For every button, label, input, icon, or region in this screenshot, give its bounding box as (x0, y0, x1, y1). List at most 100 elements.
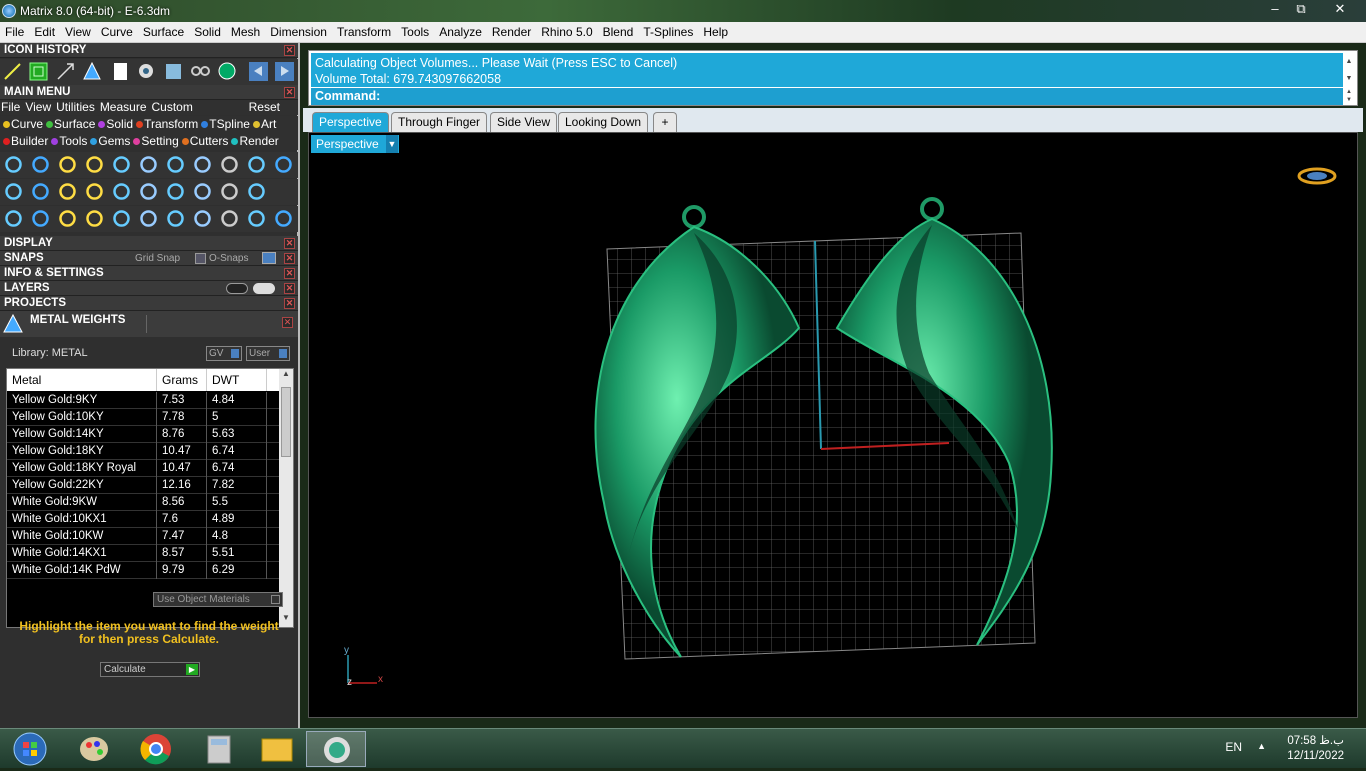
sweep-tool-icon[interactable] (138, 208, 159, 229)
layer-toggle-icon[interactable] (226, 283, 248, 294)
add-tab-icon[interactable]: + (653, 112, 677, 132)
snaps-header[interactable]: SNAPS Grid Snap O-Snaps ✕ (0, 251, 298, 266)
flow-tool-icon[interactable] (84, 208, 105, 229)
curve-arc-tool-icon[interactable] (30, 208, 51, 229)
category-surface[interactable]: Surface (54, 117, 95, 131)
close-icon[interactable]: ✕ (282, 317, 293, 328)
gem-remove-tool-icon[interactable] (84, 154, 105, 175)
menu-transform[interactable]: Transform (332, 22, 396, 43)
col-grams[interactable]: Grams (157, 369, 207, 391)
calculator-app-icon[interactable] (186, 731, 242, 767)
projects-header[interactable]: PROJECTS ✕ (0, 296, 298, 311)
eye-icon[interactable] (253, 283, 275, 294)
close-icon[interactable]: ✕ (284, 87, 295, 98)
status-scrollbar[interactable]: ▲ ▼ (1343, 53, 1355, 87)
category-transform[interactable]: Transform (144, 117, 198, 131)
clock[interactable]: 07:58 ب.ظ 12/11/2022 (1287, 734, 1344, 764)
submenu-file[interactable]: File (1, 100, 20, 114)
menu-file[interactable]: File (0, 22, 29, 43)
menu-curve[interactable]: Curve (96, 22, 138, 43)
ring-rail-tool-icon[interactable] (165, 154, 186, 175)
icon-history-header[interactable]: ICON HISTORY ✕ (0, 43, 298, 58)
menu-surface[interactable]: Surface (138, 22, 189, 43)
close-icon[interactable]: ✕ (284, 283, 295, 294)
start-button[interactable] (0, 731, 56, 767)
close-icon[interactable]: ✕ (284, 238, 295, 249)
close-icon[interactable]: ✕ (284, 253, 295, 264)
cone-icon[interactable] (82, 61, 103, 82)
category-tspline[interactable]: TSpline (209, 117, 250, 131)
pave-tool-icon[interactable] (111, 154, 132, 175)
command-line[interactable]: Command: (311, 88, 1343, 105)
info-settings-header[interactable]: INFO & SETTINGS ✕ (0, 266, 298, 281)
language-indicator[interactable]: EN (1225, 740, 1242, 754)
category-render[interactable]: Render (239, 134, 278, 148)
o-snaps-toggle[interactable]: O-Snaps (209, 251, 248, 266)
pattern-tool-icon[interactable] (219, 181, 240, 202)
grid-snap-checkbox[interactable] (195, 253, 206, 264)
surface-tool-icon[interactable] (3, 181, 24, 202)
gem-cluster-tool-icon[interactable] (138, 154, 159, 175)
diamond-tool-icon[interactable] (30, 181, 51, 202)
chrome-app-icon[interactable] (124, 731, 180, 767)
scale-icon[interactable] (55, 61, 76, 82)
command-scrollbar[interactable]: ▲ ▼ (1343, 88, 1355, 105)
close-icon[interactable]: ✕ (284, 268, 295, 279)
use-object-materials-toggle[interactable]: Use Object Materials (153, 592, 283, 607)
menu-dimension[interactable]: Dimension (265, 22, 332, 43)
category-art[interactable]: Art (261, 117, 276, 131)
category-gems[interactable]: Gems (98, 134, 130, 148)
submenu-view[interactable]: View (25, 100, 51, 114)
option-toggle-icon[interactable] (273, 154, 294, 175)
main-menu-header[interactable]: MAIN MENU ✕ (0, 85, 298, 100)
chain-tool-icon[interactable] (246, 181, 267, 202)
minimize-button[interactable]: ‒ (1262, 0, 1288, 18)
menu-blend[interactable]: Blend (598, 22, 639, 43)
gem-cut-tool-icon[interactable] (165, 181, 186, 202)
menu-view[interactable]: View (60, 22, 96, 43)
curve-tool-icon[interactable] (30, 154, 51, 175)
layer-tool-icon[interactable] (57, 181, 78, 202)
split-tool-icon[interactable] (165, 208, 186, 229)
folder-app-icon[interactable] (246, 731, 302, 767)
close-icon[interactable]: ✕ (284, 45, 295, 56)
scroll-up-icon[interactable]: ▲ (281, 369, 291, 383)
layers-header[interactable]: LAYERS ✕ (0, 281, 298, 296)
maximize-button[interactable]: ⧉ (1288, 0, 1314, 18)
table-row[interactable]: White Gold:14K PdW 9.79 6.29 (7, 562, 279, 579)
menu-solid[interactable]: Solid (189, 22, 226, 43)
menu-analyze[interactable]: Analyze (434, 22, 487, 43)
category-cutters[interactable]: Cutters (190, 134, 229, 148)
grid-icon[interactable] (28, 61, 49, 82)
display-header[interactable]: DISPLAY ✕ (0, 236, 298, 251)
frame-tool-icon[interactable] (192, 208, 213, 229)
col-dwt[interactable]: DWT (207, 369, 267, 391)
arrow-left-icon[interactable] (248, 61, 269, 82)
viewport[interactable]: Perspective ▼ y x z (308, 132, 1358, 718)
table-row[interactable]: White Gold:9KW 8.56 5.5 (7, 494, 279, 511)
table-scrollbar[interactable]: ▲ ▼ (279, 369, 293, 627)
table-row[interactable]: Yellow Gold:14KY 8.76 5.63 (7, 426, 279, 443)
category-setting[interactable]: Setting (141, 134, 178, 148)
paint-app-icon[interactable] (64, 731, 120, 767)
menu-rhino[interactable]: Rhino 5.0 (536, 22, 597, 43)
close-icon[interactable]: ✕ (284, 298, 295, 309)
menu-edit[interactable]: Edit (29, 22, 60, 43)
table-row[interactable]: Yellow Gold:18KY 10.47 6.74 (7, 443, 279, 460)
mirror-tool-icon[interactable] (219, 208, 240, 229)
table-row[interactable]: Yellow Gold:10KY 7.78 5 (7, 409, 279, 426)
view-cube-icon[interactable] (1297, 167, 1337, 185)
move-tool-icon[interactable] (111, 208, 132, 229)
table-row[interactable]: White Gold:10KX1 7.6 4.89 (7, 511, 279, 528)
ring-tool-icon[interactable] (3, 154, 24, 175)
boolean-tool-icon[interactable] (3, 208, 24, 229)
document-icon[interactable] (110, 61, 131, 82)
curve-s-tool-icon[interactable] (57, 208, 78, 229)
category-builder[interactable]: Builder (11, 134, 48, 148)
v-logo-icon[interactable] (217, 61, 238, 82)
close-button[interactable]: ✕ (1326, 0, 1354, 18)
bezel-tool-icon[interactable] (84, 181, 105, 202)
gem-icon[interactable] (136, 61, 157, 82)
category-tools[interactable]: Tools (59, 134, 87, 148)
category-solid[interactable]: Solid (106, 117, 133, 131)
